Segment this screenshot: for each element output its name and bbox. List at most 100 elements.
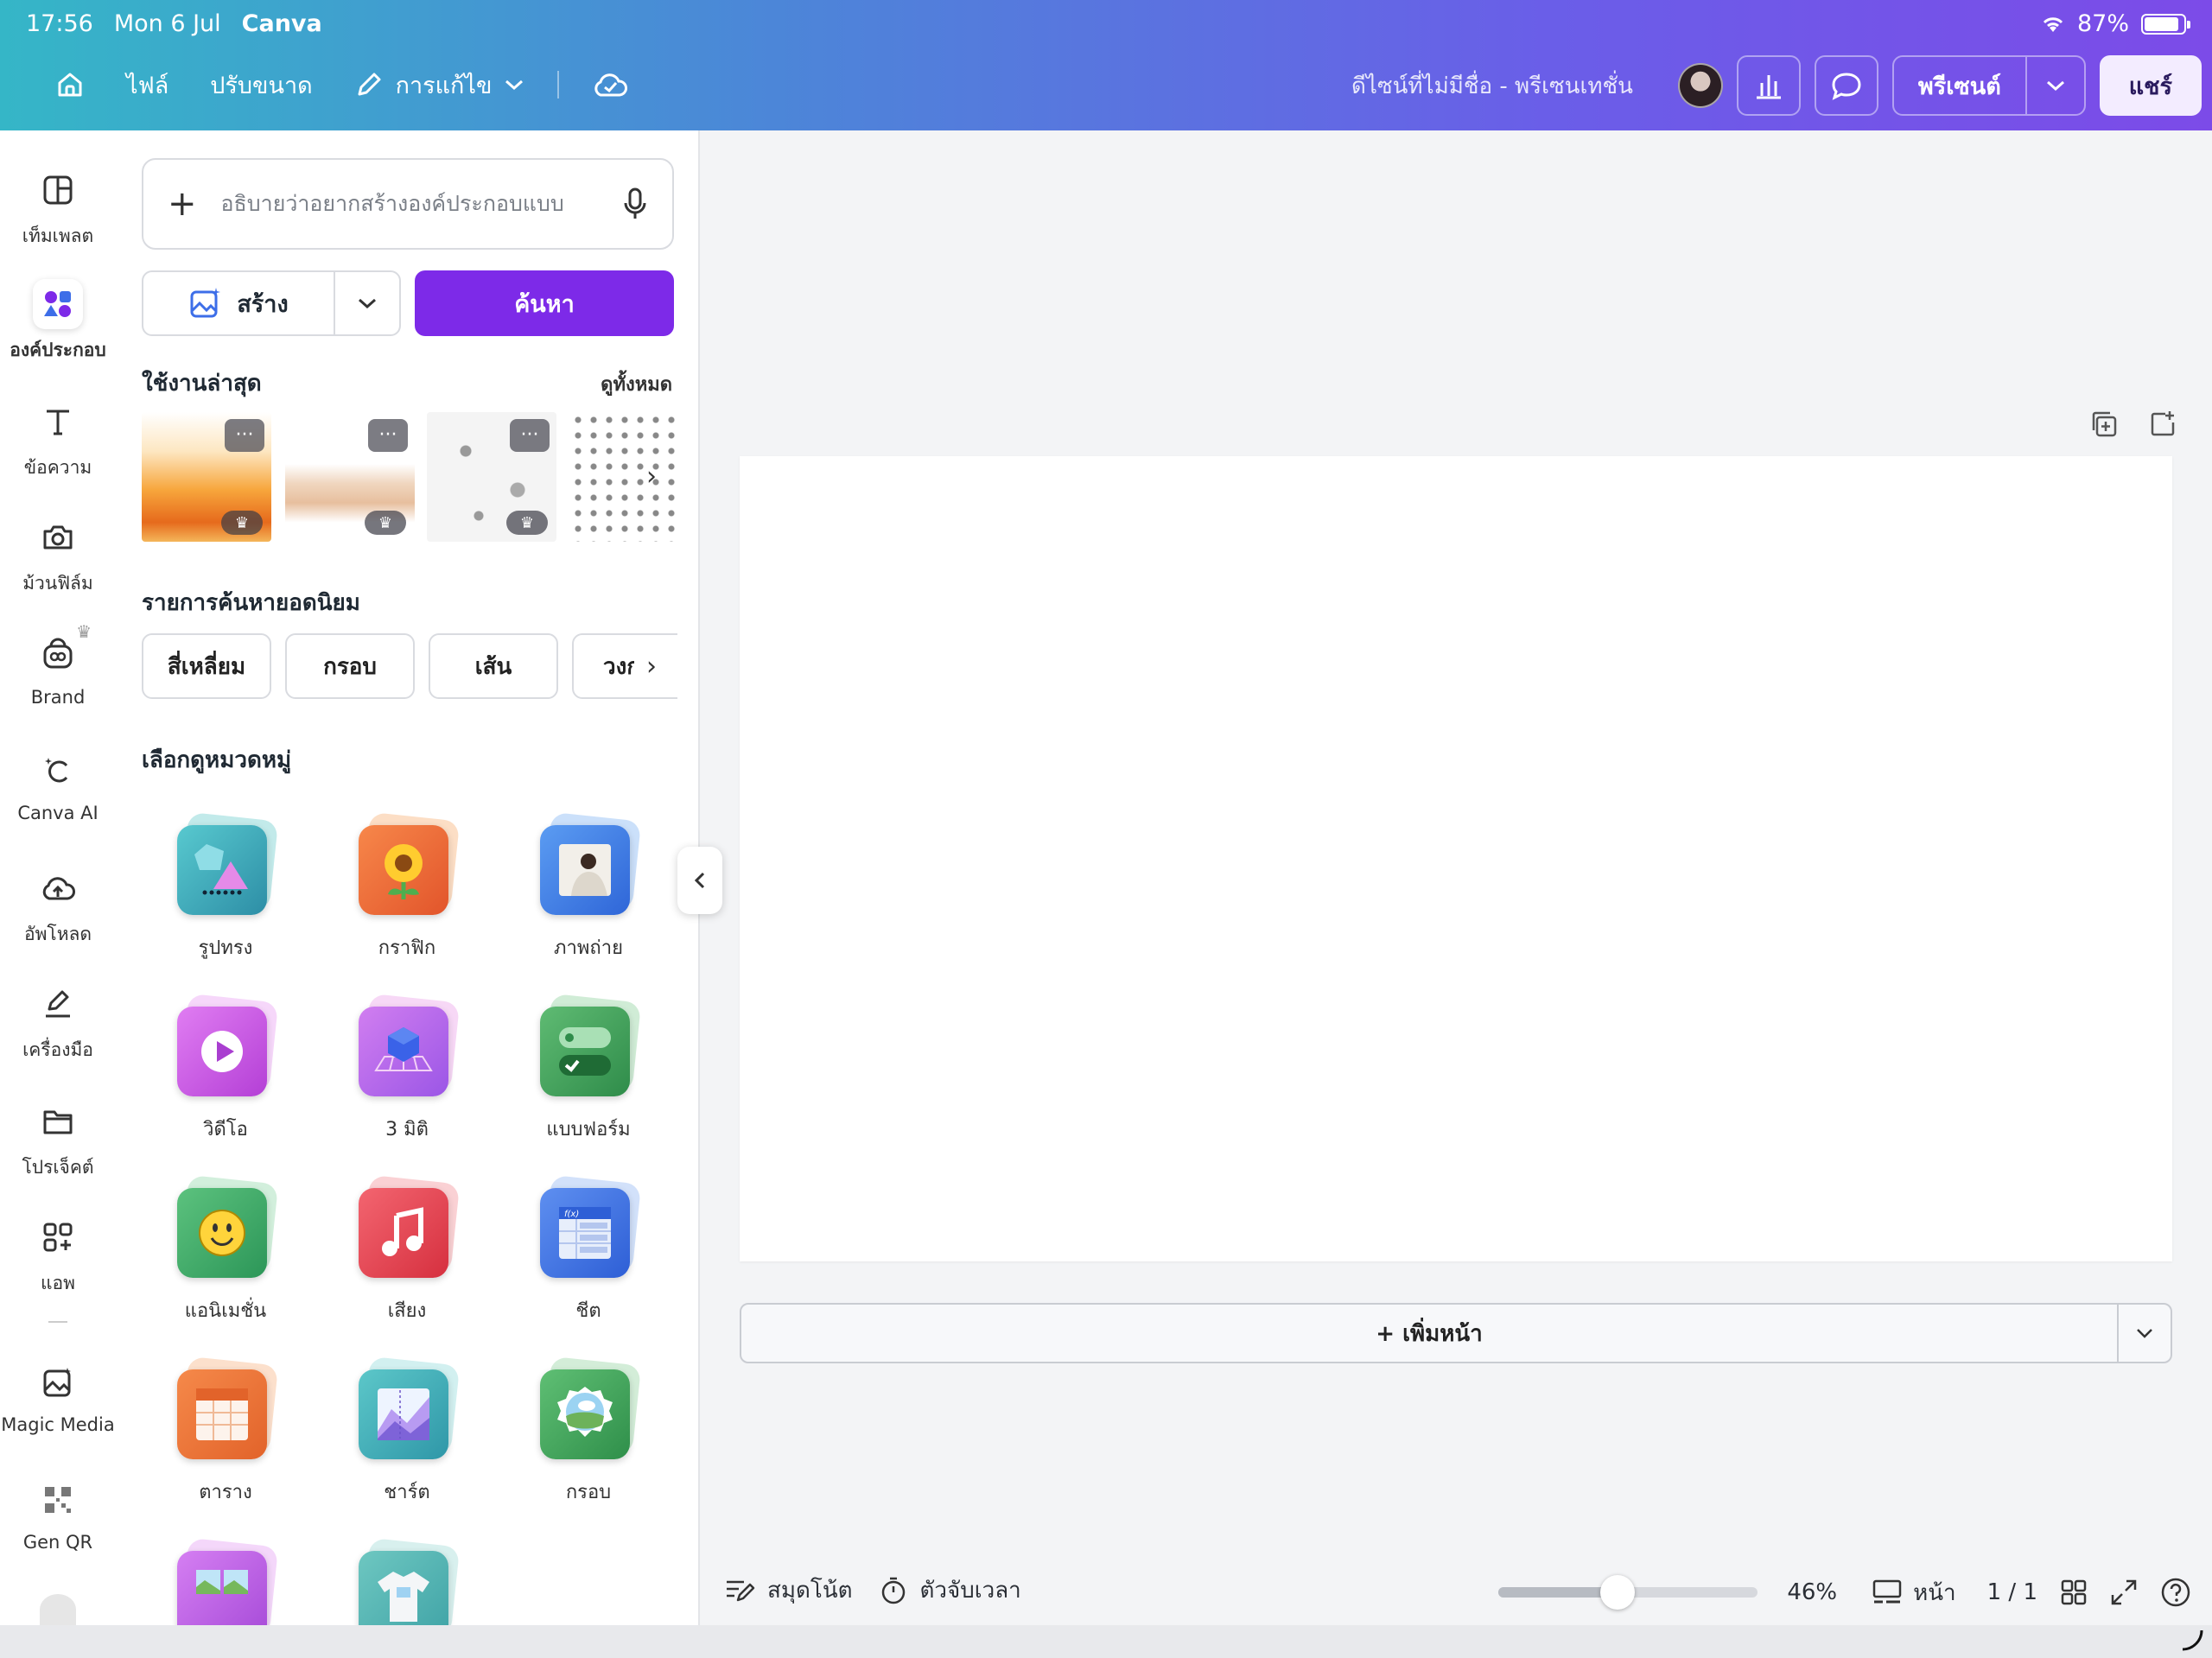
rail-item-gen-qr[interactable]: Gen QR xyxy=(0,1475,116,1553)
category-sheets[interactable]: f(x) ชีต xyxy=(528,1174,649,1325)
element-search-field[interactable]: + อธิบายว่าอยากสร้างองค์ประกอบแบบ xyxy=(142,158,674,250)
rail-label: อัพโหลด xyxy=(23,924,92,944)
chevron-down-icon xyxy=(2045,79,2066,92)
present-options-button[interactable] xyxy=(2027,57,2084,114)
create-button[interactable]: สร้าง xyxy=(143,272,335,334)
chip-square[interactable]: สี่เหลี่ยม xyxy=(142,633,271,699)
chevron-right-icon[interactable]: › xyxy=(634,459,669,493)
rail-item-camera-roll[interactable]: ม้วนฟิล์ม xyxy=(0,512,116,598)
category-photos[interactable]: ภาพถ่าย xyxy=(528,811,649,962)
present-button[interactable]: พรีเซนต์ xyxy=(1894,57,2027,114)
category-forms[interactable]: แบบฟอร์ม xyxy=(528,993,649,1144)
recent-item-seashells[interactable]: ··· ♛ xyxy=(427,412,556,542)
add-page-button[interactable]: + เพิ่มหน้า xyxy=(741,1305,2119,1362)
category-charts[interactable]: ชาร์ต xyxy=(346,1356,467,1507)
notes-button[interactable]: สมุดโน้ต xyxy=(724,1572,853,1608)
rail-item-tools[interactable]: เครื่องมือ xyxy=(0,979,116,1064)
rail-item-templates[interactable]: เท็มเพลต xyxy=(0,165,116,251)
edit-mode-button[interactable]: การแก้ไข xyxy=(334,59,546,111)
more-options-icon[interactable]: ··· xyxy=(368,419,408,452)
notes-icon xyxy=(724,1577,755,1604)
insights-button[interactable] xyxy=(1736,55,1801,116)
chevron-right-icon[interactable]: › xyxy=(634,649,669,683)
category-label: ตาราง xyxy=(199,1482,252,1503)
rail-item-elements[interactable]: องค์ประกอบ xyxy=(0,279,116,365)
frames-icon xyxy=(538,1356,642,1464)
timer-label: ตัวจับเวลา xyxy=(919,1578,1021,1604)
bottom-toolbar-left: สมุดโน้ต ตัวจับเวลา xyxy=(724,1572,1021,1608)
create-options-button[interactable] xyxy=(335,296,399,310)
category-mockups[interactable] xyxy=(346,1537,467,1625)
plus-icon[interactable]: + xyxy=(168,187,197,221)
rail-item-uploads[interactable]: อัพโหลด xyxy=(0,863,116,949)
add-page-icon[interactable] xyxy=(2148,410,2177,439)
avatar[interactable] xyxy=(1677,63,1723,108)
edit-mode-label: การแก้ไข xyxy=(395,72,493,99)
chip-line[interactable]: เส้น xyxy=(429,633,558,699)
rail-item-text[interactable]: ข้อความ xyxy=(0,397,116,482)
category-table[interactable]: ตาราง xyxy=(165,1356,286,1507)
bottom-toolbar-right: 46% หน้า 1 / 1 xyxy=(1498,1571,2191,1614)
chip-frame[interactable]: กรอบ xyxy=(285,633,415,699)
fullscreen-icon[interactable] xyxy=(2110,1579,2138,1606)
design-canvas-page[interactable] xyxy=(740,456,2172,1261)
timer-button[interactable]: ตัวจับเวลา xyxy=(879,1572,1021,1608)
add-page-options-button[interactable] xyxy=(2119,1305,2171,1362)
create-button-group: สร้าง xyxy=(142,270,401,336)
help-icon[interactable] xyxy=(2160,1577,2191,1608)
chevron-down-icon xyxy=(504,78,524,92)
zoom-slider-handle[interactable] xyxy=(1600,1575,1636,1610)
document-title[interactable]: ดีไซน์ที่ไม่มีชื่อ - พรีเซนเทชั่น xyxy=(1351,68,1633,104)
duplicate-page-icon[interactable] xyxy=(2089,410,2119,439)
pencil-icon xyxy=(354,70,384,99)
resize-button[interactable]: ปรับขนาด xyxy=(189,59,333,111)
camera-icon xyxy=(33,512,83,562)
category-audio[interactable]: เสียง xyxy=(346,1174,467,1325)
home-button[interactable] xyxy=(35,59,105,111)
cloud-sync-button[interactable] xyxy=(571,59,649,111)
category-3d[interactable]: 3 มิติ xyxy=(346,993,467,1144)
shapes-icon xyxy=(175,811,279,920)
search-placeholder: อธิบายว่าอยากสร้างองค์ประกอบแบบ xyxy=(220,191,564,216)
wifi-icon xyxy=(2041,15,2065,34)
magic-media-icon xyxy=(33,1357,83,1407)
collapse-panel-button[interactable] xyxy=(677,847,722,914)
category-shapes[interactable]: รูปทรง xyxy=(165,811,286,962)
rail-item-magic-media[interactable]: Magic Media xyxy=(0,1357,116,1435)
zoom-value[interactable]: 46% xyxy=(1787,1579,1837,1605)
battery-fill xyxy=(2145,16,2179,31)
rail-more-indicator xyxy=(40,1594,76,1625)
create-label: สร้าง xyxy=(237,290,289,318)
rail-label: Canva AI xyxy=(17,803,99,823)
recent-item-smoke[interactable]: ··· ♛ xyxy=(285,412,415,542)
more-options-icon[interactable]: ··· xyxy=(225,419,264,452)
category-frames[interactable]: กรอบ xyxy=(528,1356,649,1507)
category-label: กรอบ xyxy=(565,1482,612,1503)
file-menu-button[interactable]: ไฟล์ xyxy=(105,59,189,111)
pages-view-button[interactable]: หน้า xyxy=(1872,1575,1956,1610)
category-animation[interactable]: แอนิเมชั่น xyxy=(165,1174,286,1325)
rail-item-apps[interactable]: แอพ xyxy=(0,1212,116,1298)
see-all-link[interactable]: ดูทั้งหมด xyxy=(601,369,672,399)
comments-button[interactable] xyxy=(1814,55,1878,116)
more-options-icon[interactable]: ··· xyxy=(510,419,550,452)
search-button[interactable]: ค้นหา xyxy=(415,270,674,336)
grid-view-icon[interactable] xyxy=(2060,1579,2088,1606)
rail-item-canva-ai[interactable]: Canva AI xyxy=(0,746,116,823)
zoom-slider[interactable] xyxy=(1498,1575,1758,1610)
category-collage[interactable] xyxy=(165,1537,286,1625)
status-date: Mon 6 Jul xyxy=(113,10,221,37)
3d-icon xyxy=(357,993,461,1102)
microphone-icon[interactable] xyxy=(622,187,648,221)
rail-label: Brand xyxy=(30,687,86,708)
forms-icon xyxy=(538,993,642,1102)
share-button[interactable]: แชร์ xyxy=(2099,55,2202,116)
rail-item-brand[interactable]: ♛ Brand xyxy=(0,621,116,708)
rail-item-projects[interactable]: โปรเจ็คต์ xyxy=(0,1096,116,1182)
category-graphics[interactable]: กราฟิก xyxy=(346,811,467,962)
category-video[interactable]: วิดีโอ xyxy=(165,993,286,1144)
pages-icon xyxy=(1872,1579,1903,1606)
bottom-safe-area xyxy=(0,1625,2212,1658)
category-label: ชีต xyxy=(575,1300,601,1322)
recent-item-fire[interactable]: ··· ♛ xyxy=(142,412,271,542)
